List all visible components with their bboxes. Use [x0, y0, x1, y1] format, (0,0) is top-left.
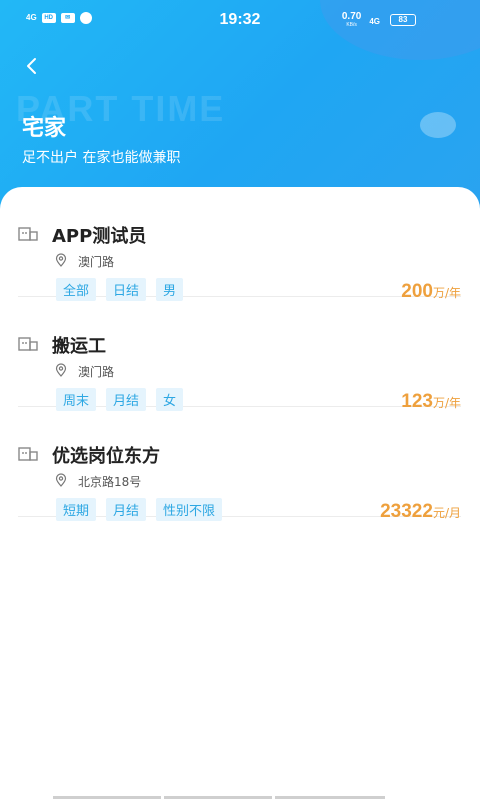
salary-unit: 元/月: [432, 506, 461, 520]
decorative-oval: [420, 112, 456, 138]
status-bar: 4G HD ✉ 19:32 0.70 KB/s 4G 83: [0, 0, 480, 40]
job-tag: 短期: [56, 498, 97, 521]
job-tag: 月结: [106, 498, 147, 521]
job-tags: 短期 月结 性别不限: [56, 498, 223, 521]
job-item[interactable]: 搬运工 澳门路 周末 月结 女 123万/年: [18, 297, 461, 412]
job-salary: 23322元/月: [380, 501, 461, 523]
status-right: 0.70 KB/s 4G: [342, 12, 380, 30]
location-pin-icon: [55, 473, 67, 487]
network-speed: 0.70 KB/s: [342, 12, 361, 30]
network-type: 4G: [369, 16, 380, 26]
job-title: 优选岗位东方: [52, 446, 160, 467]
back-button[interactable]: [20, 54, 44, 78]
location-pin-icon: [55, 363, 67, 377]
header-banner: 4G HD ✉ 19:32 0.70 KB/s 4G 83 PART TIME …: [0, 0, 480, 215]
back-arrow-icon: [27, 58, 36, 74]
indicator-segment: [275, 796, 385, 799]
building-icon: [18, 337, 38, 351]
page-title: 宅家: [22, 116, 67, 141]
location-pin-icon: [55, 253, 67, 267]
battery-level: 83: [390, 14, 416, 26]
job-location: 澳门路: [78, 365, 115, 379]
job-location: 北京路18号: [78, 475, 142, 489]
bottom-indicator: [53, 796, 385, 799]
job-item[interactable]: 优选岗位东方 北京路18号 短期 月结 性别不限 23322元/月: [18, 407, 461, 522]
job-tag: 性别不限: [156, 498, 223, 521]
salary-value: 23322: [380, 501, 433, 522]
building-icon: [18, 227, 38, 241]
page-subtitle: 足不出户 在家也能做兼职: [22, 150, 181, 166]
indicator-segment: [164, 796, 272, 799]
job-title: 搬运工: [52, 336, 106, 357]
network-speed-unit: KB/s: [346, 22, 357, 28]
building-icon: [18, 447, 38, 461]
job-list-card: APP测试员 澳门路 全部 日结 男 200万/年 搬运工 澳门路 周末 月结 …: [0, 187, 480, 800]
indicator-segment: [53, 796, 161, 799]
job-title: APP测试员: [52, 226, 147, 247]
job-item[interactable]: APP测试员 澳门路 全部 日结 男 200万/年: [18, 187, 461, 302]
job-location: 澳门路: [78, 255, 115, 269]
